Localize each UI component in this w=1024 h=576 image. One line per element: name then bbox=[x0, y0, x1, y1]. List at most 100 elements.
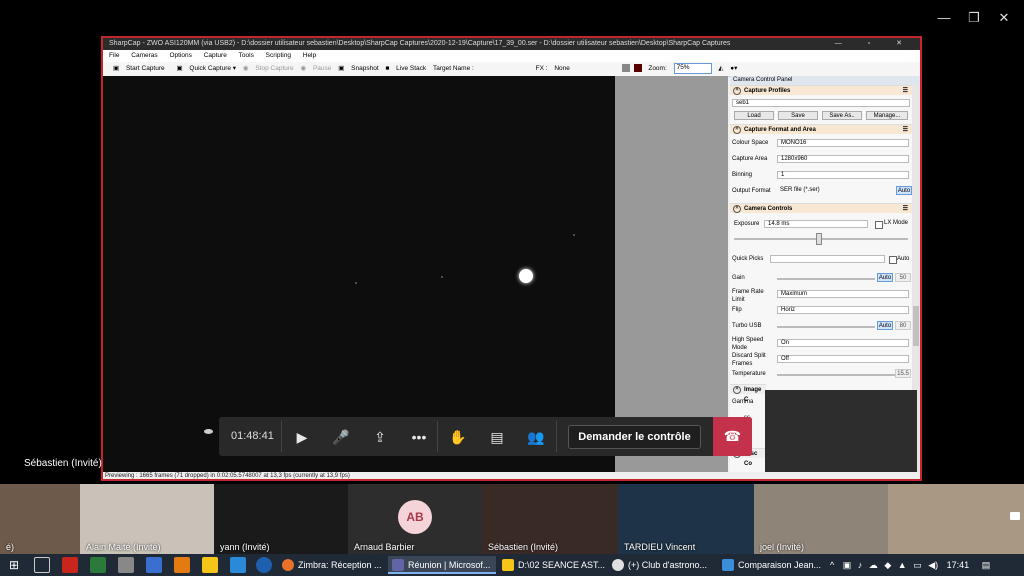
raise-hand-icon[interactable]: ✋ bbox=[447, 426, 469, 448]
request-control-button[interactable]: Demander le contrôle bbox=[568, 425, 701, 449]
taskbar-app-club[interactable]: (+) Club d'astrono... bbox=[608, 556, 716, 574]
gain-value[interactable]: 50 bbox=[895, 273, 911, 282]
fx-select[interactable]: None bbox=[554, 65, 570, 72]
output-format-select[interactable]: SER file (*.ser) bbox=[777, 187, 892, 195]
volume-icon[interactable]: ◀) bbox=[928, 560, 938, 570]
zoom-select[interactable]: 75% bbox=[673, 62, 712, 74]
section-camera-controls[interactable]: ^ Camera Controls ☰ bbox=[730, 203, 912, 213]
menu-options[interactable]: Options bbox=[169, 52, 191, 59]
turbo-usb-slider[interactable] bbox=[777, 326, 875, 328]
maximize-button[interactable]: ❐ bbox=[964, 8, 984, 28]
exposure-slider-thumb[interactable] bbox=[816, 233, 822, 245]
profile-select[interactable]: seb1 bbox=[732, 99, 910, 107]
pdf-app-icon[interactable] bbox=[62, 557, 78, 573]
quick-capture-button[interactable]: ▣ Quick Capture ▾ bbox=[171, 65, 236, 72]
start-capture-button[interactable]: ▣ Start Capture bbox=[108, 65, 165, 72]
exposure-input[interactable]: 14.8 ms bbox=[764, 220, 868, 228]
high-speed-select[interactable]: On bbox=[777, 339, 909, 347]
menu-cameras[interactable]: Cameras bbox=[131, 52, 157, 59]
calculator-icon[interactable] bbox=[118, 557, 134, 573]
collapse-icon[interactable]: ^ bbox=[733, 386, 741, 394]
discard-split-select[interactable]: Off bbox=[777, 355, 909, 363]
colour-space-select[interactable]: MONO16 bbox=[777, 139, 909, 147]
microphone-icon[interactable]: 🎤 bbox=[330, 426, 352, 448]
menu-file[interactable]: File bbox=[109, 52, 119, 59]
participant-tile[interactable] bbox=[888, 484, 1024, 554]
panel-scrollbar-thumb[interactable] bbox=[913, 306, 919, 346]
participant-tile[interactable]: yann (Invité) bbox=[214, 484, 348, 554]
camera-icon[interactable] bbox=[1010, 512, 1020, 520]
hamburger-icon[interactable]: ☰ bbox=[903, 204, 908, 214]
participant-tile[interactable]: é) bbox=[0, 484, 80, 554]
collapse-icon[interactable]: ^ bbox=[733, 87, 741, 95]
browser-icon[interactable] bbox=[256, 557, 272, 573]
gain-auto-button[interactable]: Auto bbox=[877, 273, 893, 282]
participant-tile[interactable]: TARDIEU Vincent bbox=[618, 484, 754, 554]
flip-select[interactable]: Horiz bbox=[777, 306, 909, 314]
menu-scripting[interactable]: Scripting bbox=[266, 52, 291, 59]
hang-up-button[interactable]: ☎ bbox=[713, 417, 752, 456]
network-icon[interactable]: ▭ bbox=[913, 560, 922, 570]
color-swatch-red[interactable] bbox=[633, 64, 642, 73]
pause-button[interactable]: ◉ Pause bbox=[300, 65, 331, 72]
collapse-icon[interactable]: ^ bbox=[733, 126, 741, 134]
camera-icon[interactable]: ▣ bbox=[843, 560, 852, 570]
app-tray-icon[interactable]: ◆ bbox=[884, 560, 891, 570]
participant-tile[interactable]: joel (Invité) bbox=[754, 484, 888, 554]
output-auto-button[interactable]: Auto bbox=[896, 186, 912, 195]
live-stack-button[interactable]: ■ Live Stack bbox=[385, 65, 426, 72]
notifications-icon[interactable]: ▤ bbox=[982, 560, 991, 570]
taskbar-app-comparaison[interactable]: Comparaison Jean... bbox=[718, 556, 826, 574]
preview-viewer[interactable] bbox=[103, 76, 615, 476]
save-as-button[interactable]: Save As.. bbox=[822, 111, 862, 120]
app-icon[interactable] bbox=[90, 557, 106, 573]
chat-icon[interactable]: ▤ bbox=[486, 426, 508, 448]
taskbar-app-zimbra[interactable]: Zimbra: Réception ... bbox=[278, 556, 386, 574]
histogram-icon[interactable]: ◭ bbox=[718, 65, 723, 72]
section-capture-profiles[interactable]: ^ Capture Profiles ☰ bbox=[730, 85, 912, 95]
frame-rate-select[interactable]: Maximum bbox=[777, 290, 909, 298]
chevron-up-icon[interactable]: ^ bbox=[830, 560, 834, 570]
manage-button[interactable]: Manage... bbox=[866, 111, 908, 120]
clock[interactable]: 17:41 bbox=[947, 560, 970, 570]
quick-picks-select[interactable] bbox=[770, 255, 885, 263]
participant-tile[interactable]: Sébastien (Invité) bbox=[482, 484, 618, 554]
task-view-icon[interactable] bbox=[34, 557, 50, 573]
collapse-icon[interactable]: ^ bbox=[733, 205, 741, 213]
menu-capture[interactable]: Capture bbox=[204, 52, 227, 59]
video-camera-icon[interactable]: ▶ bbox=[291, 426, 313, 448]
vlc-icon[interactable] bbox=[174, 557, 190, 573]
turbo-auto-button[interactable]: Auto bbox=[877, 321, 893, 330]
lx-mode-checkbox[interactable] bbox=[875, 221, 883, 229]
turbo-usb-value[interactable]: 80 bbox=[895, 321, 911, 330]
binning-select[interactable]: 1 bbox=[777, 171, 909, 179]
save-button[interactable]: Save bbox=[778, 111, 818, 120]
minimize-button[interactable]: — bbox=[934, 8, 954, 28]
more-options-icon[interactable]: ••• bbox=[408, 426, 430, 448]
participant-tile[interactable]: Alain Maité (Invité) bbox=[80, 484, 214, 554]
menu-tools[interactable]: Tools bbox=[239, 52, 254, 59]
menu-help[interactable]: Help bbox=[303, 52, 316, 59]
microphone-icon[interactable]: ♪ bbox=[858, 560, 863, 570]
reticle-icon[interactable]: ●▾ bbox=[730, 65, 737, 72]
edge-icon[interactable] bbox=[230, 557, 246, 573]
section-image-controls[interactable]: ^ Image C bbox=[730, 384, 766, 403]
participants-icon[interactable]: 👥 bbox=[525, 426, 547, 448]
taskbar-app-explorer[interactable]: D:\02 SEANCE AST... bbox=[498, 556, 606, 574]
participant-tile[interactable]: AB Arnaud Barbier bbox=[348, 484, 482, 554]
snapshot-button[interactable]: ▣ Snapshot bbox=[338, 65, 378, 72]
load-button[interactable]: Load bbox=[734, 111, 774, 120]
hamburger-icon[interactable]: ☰ bbox=[903, 125, 908, 135]
share-screen-icon[interactable]: ⇪ bbox=[369, 426, 391, 448]
start-icon[interactable]: ⊞ bbox=[6, 557, 22, 573]
app-icon[interactable] bbox=[146, 557, 162, 573]
capture-area-select[interactable]: 1280x960 bbox=[777, 155, 909, 163]
cloud-icon[interactable]: ☁ bbox=[869, 560, 878, 570]
quick-picks-auto-checkbox[interactable] bbox=[889, 256, 897, 264]
taskbar-app-teams[interactable]: Réunion | Microsof... bbox=[388, 556, 496, 574]
hamburger-icon[interactable]: ☰ bbox=[903, 86, 908, 96]
stop-capture-button[interactable]: ◉ Stop Capture bbox=[243, 65, 294, 72]
color-swatch-gray[interactable] bbox=[621, 64, 630, 73]
folder-icon[interactable] bbox=[202, 557, 218, 573]
gain-slider[interactable] bbox=[777, 278, 875, 280]
